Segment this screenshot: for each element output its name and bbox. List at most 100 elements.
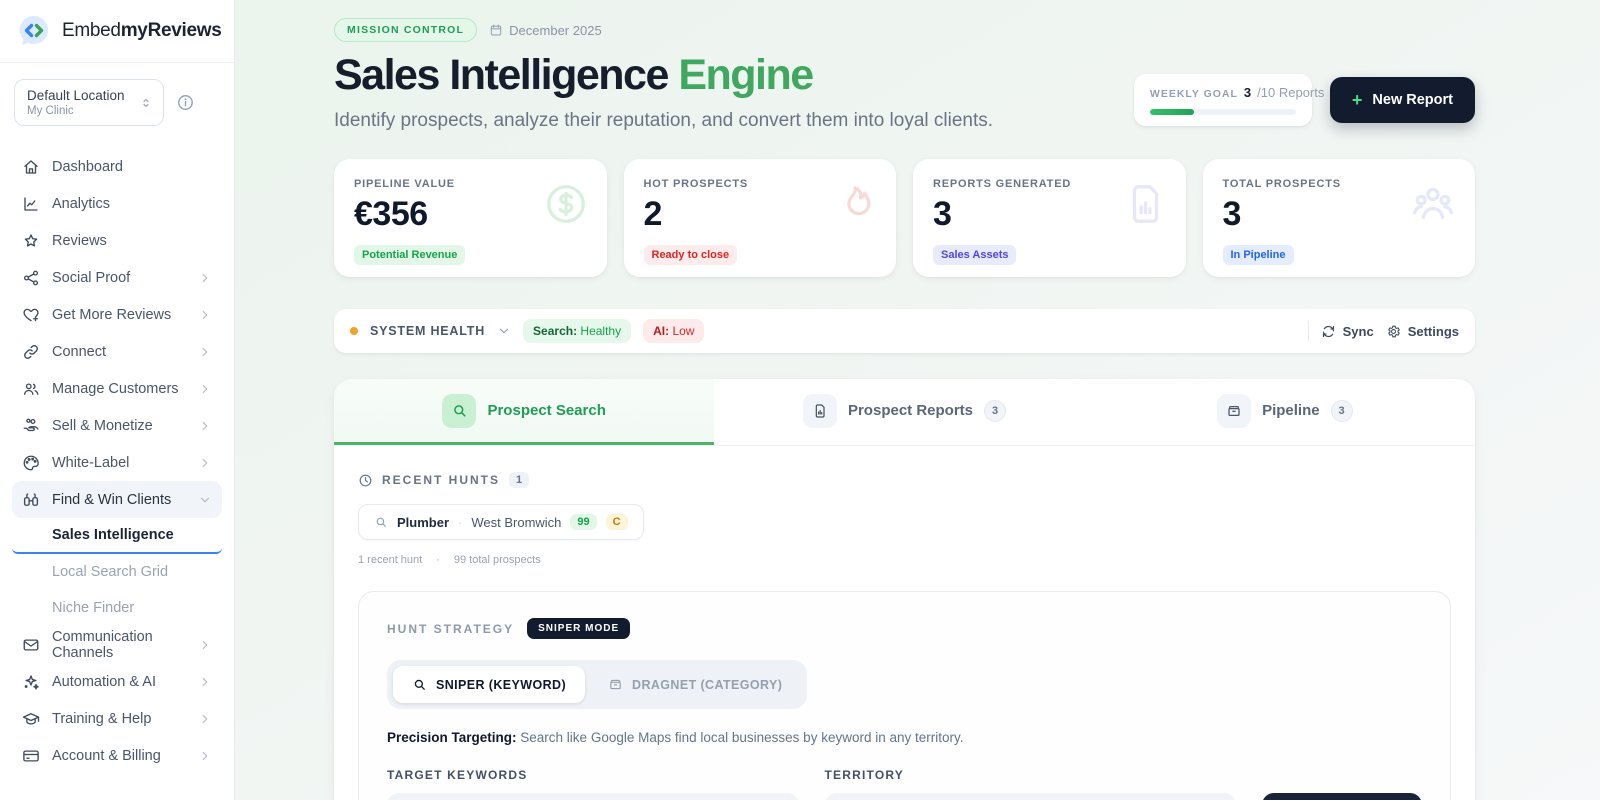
stat-card-pipeline-value: PIPELINE VALUE €356 Potential Revenue (334, 159, 607, 277)
sidebar-subitem-sales-intelligence[interactable]: Sales Intelligence (12, 518, 222, 554)
new-report-label: New Report (1372, 92, 1453, 108)
recent-hunt-chip[interactable]: Plumber · West Bromwich 99 C (358, 504, 644, 540)
target-keywords-input[interactable] (387, 793, 799, 800)
goal-current: 3 (1243, 85, 1252, 100)
sidebar-item-social-proof[interactable]: Social Proof (12, 259, 222, 296)
sidebar-subitem-local-search-grid[interactable]: Local Search Grid (12, 554, 222, 590)
target-keywords-label: TARGET KEYWORDS (387, 768, 528, 782)
page-subtitle: Identify prospects, analyze their reputa… (334, 110, 994, 131)
sidebar-item-find-win-clients[interactable]: Find & Win Clients (12, 481, 222, 518)
settings-button[interactable]: Settings (1386, 324, 1459, 339)
chevron-right-icon (198, 675, 212, 689)
sidebar-item-communication-channels[interactable]: Communication Channels (12, 626, 222, 663)
tab-prospect-search[interactable]: Prospect Search (334, 379, 715, 445)
link-icon (22, 343, 40, 361)
sidebar-item-get-more-reviews[interactable]: Get More Reviews (12, 296, 222, 333)
tab-label: Prospect Reports (847, 402, 974, 419)
chevron-right-icon (198, 382, 212, 396)
chevron-down-icon[interactable] (497, 324, 511, 338)
hunt-stats-line: 1 recent hunt · 99 total prospects (358, 554, 1451, 566)
page-header: MISSION CONTROL December 2025 Sales Inte… (334, 18, 1475, 132)
hunt-grade-badge: C (605, 514, 628, 530)
sidebar-item-manage-customers[interactable]: Manage Customers (12, 370, 222, 407)
goal-progress-track (1149, 109, 1296, 115)
sidebar-item-training-help[interactable]: Training & Help (12, 700, 222, 737)
sidebar-item-label: Reviews (52, 232, 107, 249)
tab-pipeline[interactable]: Pipeline 3 (1095, 379, 1475, 445)
heart-plus-icon (22, 306, 40, 324)
sidebar-item-label: Automation & AI (52, 673, 156, 690)
sidebar-item-label: Connect (52, 343, 107, 360)
sidebar-item-label: Social Proof (52, 269, 131, 286)
system-health-bar: SYSTEM HEALTH Search: Healthy AI: Low Sy… (334, 309, 1475, 353)
dollar-circle-icon (543, 181, 589, 227)
search-icon (442, 393, 477, 428)
sidebar-item-reviews[interactable]: Reviews (12, 222, 222, 259)
toggle-label: DRAGNET (CATEGORY) (632, 677, 783, 692)
sidebar-item-account-billing[interactable]: Account & Billing (12, 737, 222, 774)
chevron-right-icon (198, 419, 212, 433)
clock-icon (358, 473, 373, 488)
credit-card-icon (22, 747, 40, 765)
recent-hunts-label: RECENT HUNTS (382, 473, 501, 487)
mail-icon (22, 636, 40, 654)
sidebar-item-white-label[interactable]: White-Label (12, 444, 222, 481)
search-icon (374, 515, 388, 529)
archive-icon (1217, 393, 1252, 428)
sync-button[interactable]: Sync (1321, 324, 1374, 339)
chevron-up-down-icon (139, 95, 153, 111)
total-prospects-text: 99 total prospects (453, 554, 541, 566)
chevron-right-icon (198, 712, 212, 726)
subitem-label: Sales Intelligence (52, 527, 174, 543)
stat-badge: Potential Revenue (354, 245, 466, 265)
territory-input[interactable] (824, 793, 1236, 800)
tab-prospect-reports[interactable]: Prospect Reports 3 (714, 379, 1094, 445)
stats-row: PIPELINE VALUE €356 Potential Revenue HO… (334, 159, 1475, 277)
stat-card-hot-prospects: HOT PROSPECTS 2 Ready to close (623, 159, 896, 277)
sidebar-item-analytics[interactable]: Analytics (12, 185, 222, 222)
sidebar-item-label: Find & Win Clients (52, 491, 172, 508)
graduation-cap-icon (22, 710, 40, 728)
subitem-label: Niche Finder (52, 600, 135, 616)
sidebar-item-automation-ai[interactable]: Automation & AI (12, 663, 222, 700)
launch-button[interactable]: LAUNCH (1262, 793, 1422, 800)
info-icon[interactable] (176, 93, 195, 112)
sidebar-item-label: Sell & Monetize (52, 417, 153, 434)
sidebar-item-sell-monetize[interactable]: Sell & Monetize (12, 407, 222, 444)
new-report-button[interactable]: + New Report (1329, 77, 1475, 123)
chevron-right-icon (198, 456, 212, 470)
hand-coins-icon (22, 417, 40, 435)
location-title: Default Location (27, 88, 125, 103)
separator-dot: · (458, 514, 463, 530)
location-selector[interactable]: Default Location My Clinic (14, 79, 164, 126)
sidebar-item-dashboard[interactable]: Dashboard (12, 148, 222, 185)
hunt-location: West Bromwich (471, 514, 562, 530)
chevron-right-icon (198, 345, 212, 359)
chevron-down-icon (198, 493, 212, 507)
status-dot-icon (350, 327, 358, 335)
weekly-goal-card: WEEKLY GOAL 3/10 Reports (1133, 74, 1324, 126)
tab-label: Prospect Search (487, 402, 606, 419)
toggle-sniper-keyword[interactable]: SNIPER (KEYWORD) (393, 666, 586, 703)
chevron-right-icon (198, 638, 212, 652)
sidebar-item-label: Account & Billing (52, 747, 161, 764)
prospect-panel: Prospect Search Prospect Reports 3 Pipel… (334, 379, 1475, 800)
sidebar-nav: Dashboard Analytics Reviews Social Proof… (12, 148, 222, 774)
toggle-dragnet-category[interactable]: DRAGNET (CATEGORY) (589, 666, 801, 703)
brand-logo[interactable]: EmbedmyReviews (12, 0, 222, 62)
tab-count-badge: 3 (1330, 399, 1353, 422)
goal-progress-fill (1149, 109, 1194, 115)
stat-badge: Ready to close (643, 245, 738, 265)
sidebar-subitem-niche-finder[interactable]: Niche Finder (12, 590, 222, 626)
sidebar-item-label: Training & Help (52, 710, 152, 727)
strategy-description: Precision Targeting: Search like Google … (387, 730, 964, 745)
mission-control-badge: MISSION CONTROL (334, 18, 478, 42)
stat-card-total-prospects: TOTAL PROSPECTS 3 In Pipeline (1202, 159, 1475, 277)
sidebar-item-label: Communication Channels (52, 628, 153, 661)
divider (1307, 321, 1309, 341)
tab-label: Pipeline (1262, 402, 1320, 419)
sidebar-item-connect[interactable]: Connect (12, 333, 222, 370)
gear-icon (1386, 324, 1401, 339)
archive-icon (608, 677, 623, 692)
palette-icon (22, 454, 40, 472)
